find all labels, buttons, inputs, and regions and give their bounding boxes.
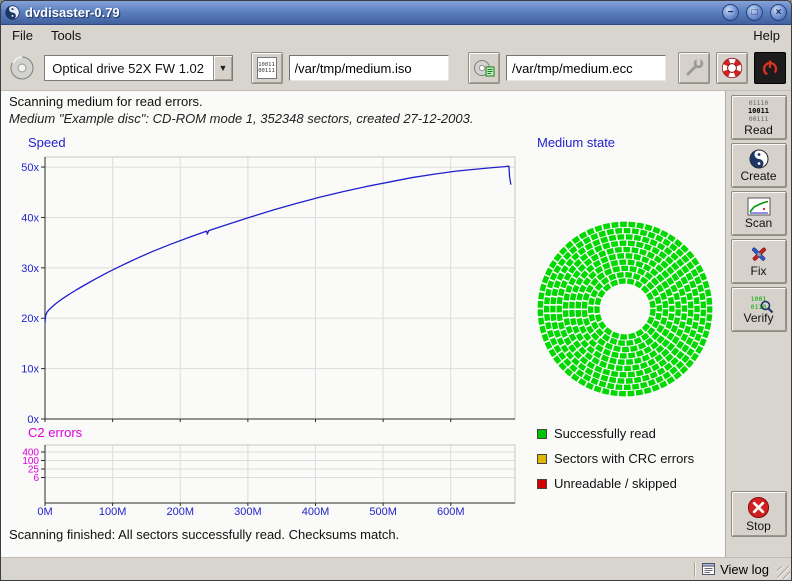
medium-state-title: Medium state xyxy=(537,135,615,150)
status-line-2: Medium "Example disc": CD-ROM mode 1, 35… xyxy=(9,111,473,126)
svg-text:30x: 30x xyxy=(21,263,39,275)
cd-drive-icon xyxy=(9,55,35,81)
drive-select-button[interactable] xyxy=(6,52,38,84)
scan-result-status: Scanning finished: All sectors successfu… xyxy=(9,527,399,542)
maximize-button[interactable]: □ xyxy=(746,4,763,21)
svg-text:100M: 100M xyxy=(99,506,127,518)
close-button[interactable]: × xyxy=(770,4,787,21)
svg-text:20x: 20x xyxy=(21,313,39,325)
view-log-button[interactable]: View log xyxy=(696,560,775,579)
svg-text:500M: 500M xyxy=(369,506,397,518)
binary-read-icon: 01110 10011 00111 xyxy=(748,99,769,123)
window-title: dvdisaster-0.79 xyxy=(25,5,715,20)
status-line-1: Scanning medium for read errors. xyxy=(9,94,203,109)
wrench-icon xyxy=(683,57,705,79)
power-icon xyxy=(759,57,781,79)
minimize-button[interactable]: − xyxy=(722,4,739,21)
verify-binary-icon: 1001 0110 xyxy=(751,295,767,311)
legend-item-read: Successfully read xyxy=(537,427,694,440)
svg-text:0M: 0M xyxy=(37,506,52,518)
image-file-input[interactable] xyxy=(289,55,449,81)
speed-chart-title: Speed xyxy=(28,135,66,150)
help-lifebuoy-button[interactable] xyxy=(716,52,748,84)
svg-text:6: 6 xyxy=(33,473,39,484)
select-ecc-file-button[interactable] xyxy=(468,52,500,84)
read-button[interactable]: 01110 10011 00111 Read xyxy=(731,95,787,140)
menu-help[interactable]: Help xyxy=(744,26,789,45)
create-button[interactable]: Create xyxy=(731,143,787,188)
svg-text:400M: 400M xyxy=(302,506,330,518)
dvdisaster-window: dvdisaster-0.79 − □ × File Tools Help Op… xyxy=(0,0,792,581)
c2-errors-chart-title: C2 errors xyxy=(28,425,82,440)
titlebar[interactable]: dvdisaster-0.79 − □ × xyxy=(1,1,791,25)
fix-button[interactable]: Fix xyxy=(731,239,787,284)
magnifier-icon xyxy=(760,300,774,314)
menubar: File Tools Help xyxy=(1,25,791,46)
lifebuoy-icon xyxy=(721,57,743,79)
log-window-icon xyxy=(702,563,715,575)
scan-button[interactable]: Scan xyxy=(731,191,787,236)
action-sidebar: 01110 10011 00111 Read Create xyxy=(725,91,791,557)
image-file-binary-icon: 10011 00111 xyxy=(257,57,277,79)
svg-text:300M: 300M xyxy=(234,506,262,518)
red-swatch xyxy=(537,479,547,489)
svg-text:40x: 40x xyxy=(21,212,39,224)
tools-icon xyxy=(748,245,770,264)
svg-text:50x: 50x xyxy=(21,162,39,174)
green-swatch xyxy=(537,429,547,439)
svg-text:200M: 200M xyxy=(166,506,194,518)
resize-grip[interactable] xyxy=(777,566,790,579)
menu-tools[interactable]: Tools xyxy=(42,26,90,45)
scan-graph-icon xyxy=(747,197,771,216)
medium-state-legend: Successfully read Sectors with CRC error… xyxy=(537,427,694,490)
ecc-file-input[interactable] xyxy=(506,55,666,81)
preferences-button[interactable] xyxy=(678,52,710,84)
quit-button[interactable] xyxy=(754,52,786,84)
app-yinyang-icon xyxy=(5,5,20,20)
ecc-file-icon xyxy=(473,57,495,79)
toolbar: Optical drive 52X FW 1.02 ▼ 10011 00111 xyxy=(1,46,791,91)
yinyang-icon xyxy=(749,149,769,169)
bottombar: View log xyxy=(1,557,791,580)
legend-item-unreadable: Unreadable / skipped xyxy=(537,477,694,490)
stop-button[interactable]: Stop xyxy=(731,491,787,537)
drive-dropdown-value: Optical drive 52X FW 1.02 xyxy=(45,56,213,80)
legend-item-crc: Sectors with CRC errors xyxy=(537,452,694,465)
verify-button[interactable]: 1001 0110 Verify xyxy=(731,287,787,332)
main-panel: 0x10x20x30x40x50x0M100M200M300M400M500M6… xyxy=(1,91,725,557)
svg-text:10x: 10x xyxy=(21,364,39,376)
svg-text:600M: 600M xyxy=(437,506,465,518)
stop-x-icon xyxy=(747,496,770,519)
chevron-down-icon: ▼ xyxy=(213,56,232,80)
drive-dropdown[interactable]: Optical drive 52X FW 1.02 ▼ xyxy=(44,55,233,81)
yellow-swatch xyxy=(537,454,547,464)
menu-file[interactable]: File xyxy=(3,26,42,45)
select-image-file-button[interactable]: 10011 00111 xyxy=(251,52,283,84)
